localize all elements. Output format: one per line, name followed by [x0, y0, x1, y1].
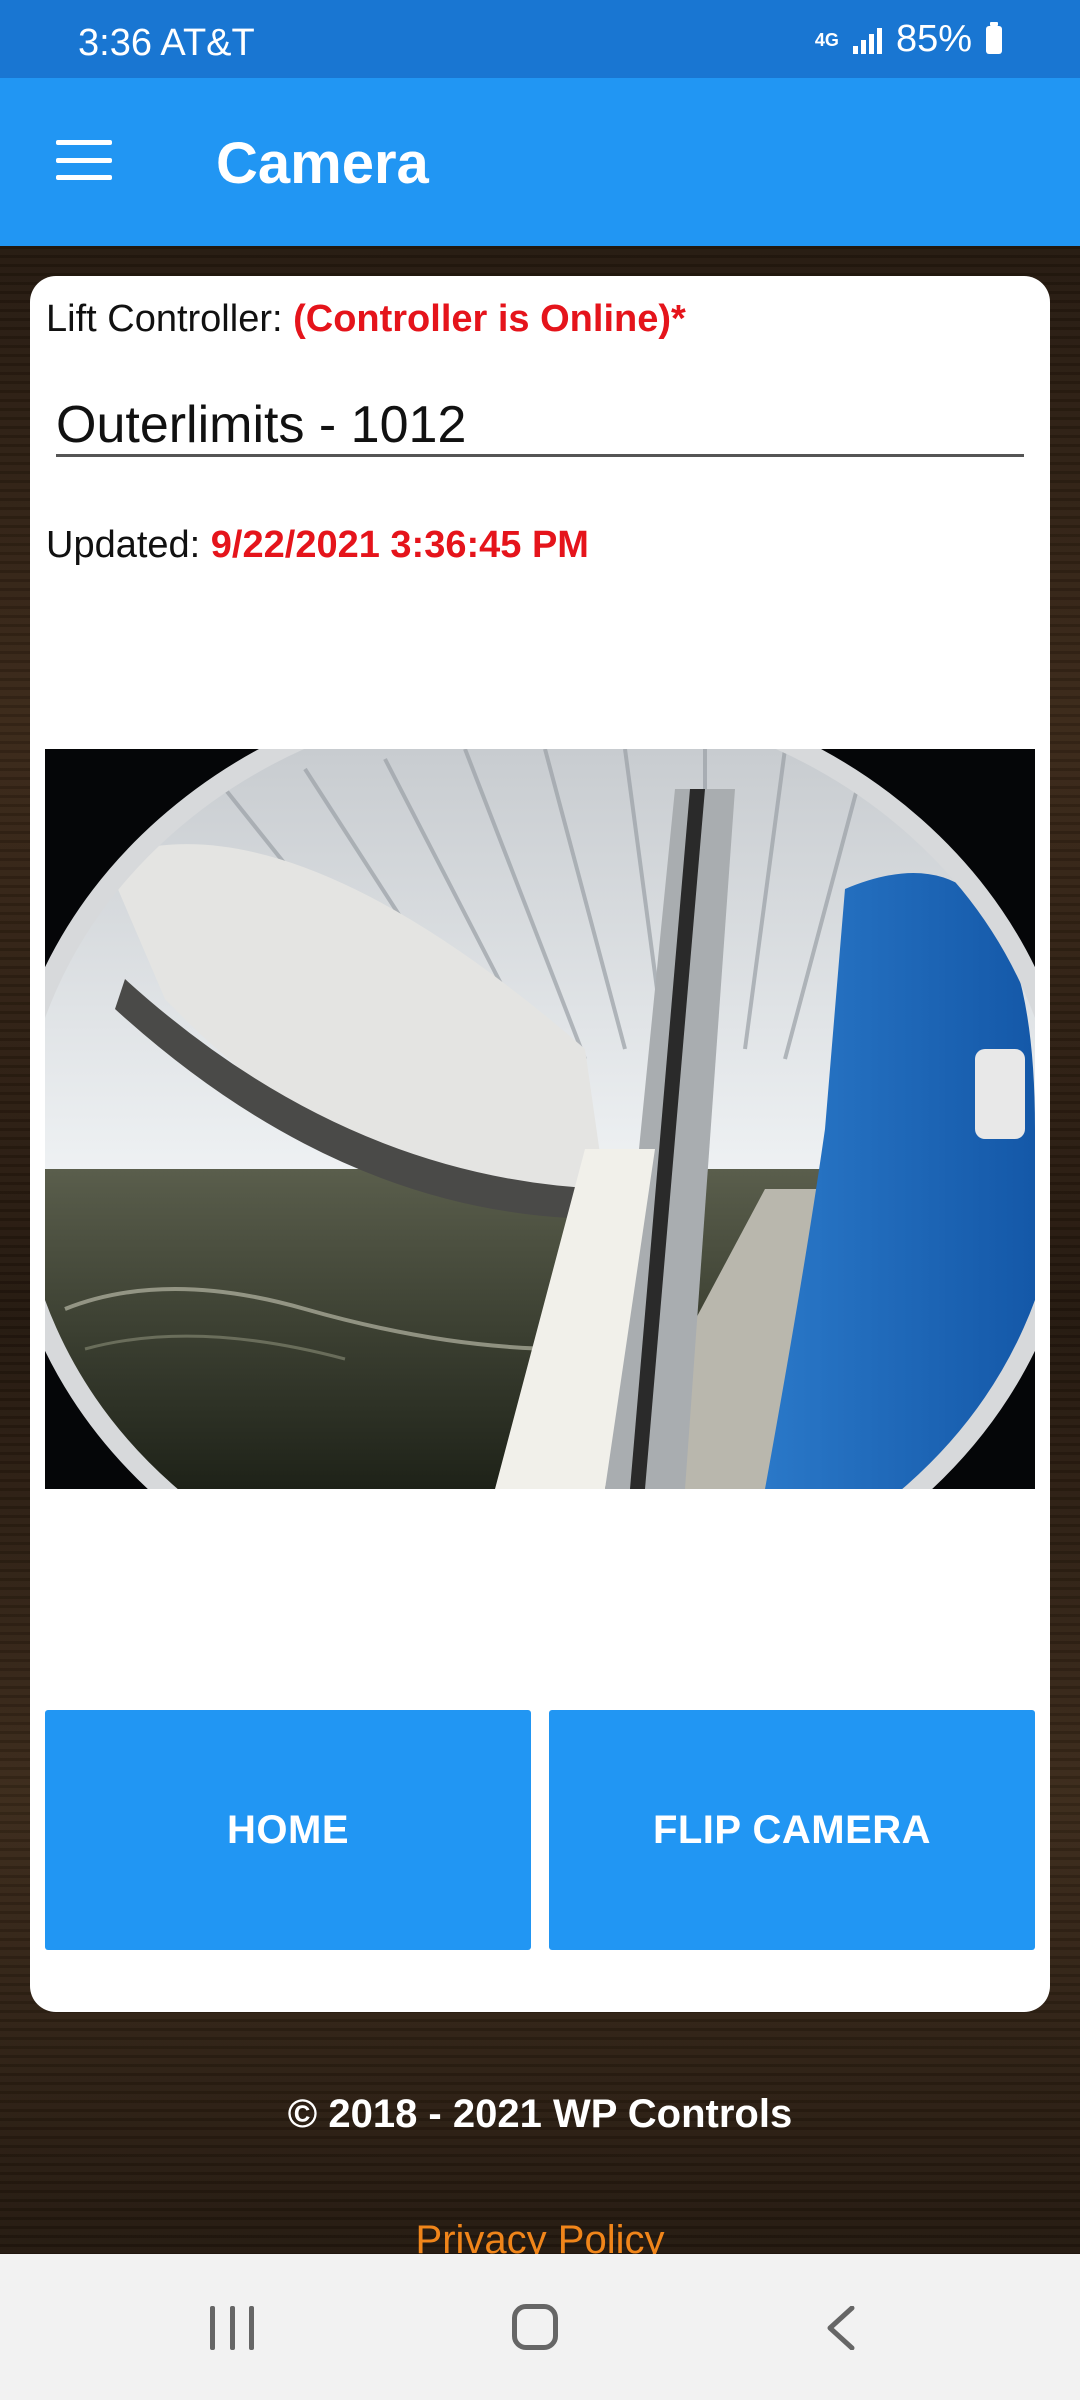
home-button[interactable]: HOME [45, 1710, 531, 1950]
recent-apps-icon[interactable] [210, 2306, 254, 2350]
page-title: Camera [216, 131, 429, 196]
app-bar: Camera [0, 78, 1080, 246]
copyright-text: © 2018 - 2021 WP Controls [287, 2092, 793, 2136]
updated-row: Updated: 9/22/2021 3:36:45 PM [46, 524, 589, 567]
status-indicators: 4G 85% [815, 18, 1002, 61]
lift-controller-label: Lift Controller: [46, 298, 294, 340]
camera-feed-image [45, 749, 1035, 1489]
signal-icon [852, 26, 882, 54]
home-nav-icon[interactable] [512, 2304, 558, 2350]
device-select[interactable]: Outerlimits - 1012 [56, 396, 1024, 457]
battery-percent: 85% [895, 18, 972, 60]
battery-icon [986, 21, 1002, 54]
flip-camera-button[interactable]: FLIP CAMERA [549, 1710, 1035, 1950]
updated-timestamp: 9/22/2021 3:36:45 PM [210, 524, 589, 566]
controller-status: (Controller is Online)* [293, 298, 686, 340]
network-type-icon: 4G [814, 29, 839, 50]
camera-card: Lift Controller: (Controller is Online)*… [30, 276, 1050, 2012]
status-time-carrier: 3:36 AT&T [78, 22, 255, 64]
system-nav-bar [0, 2254, 1080, 2400]
hamburger-menu-icon[interactable] [56, 140, 112, 180]
status-bar: 3:36 AT&T 4G 85% [0, 0, 1080, 78]
lift-controller-row: Lift Controller: (Controller is Online)* [46, 298, 686, 341]
updated-label: Updated: [46, 524, 211, 566]
back-icon[interactable] [826, 2306, 856, 2350]
